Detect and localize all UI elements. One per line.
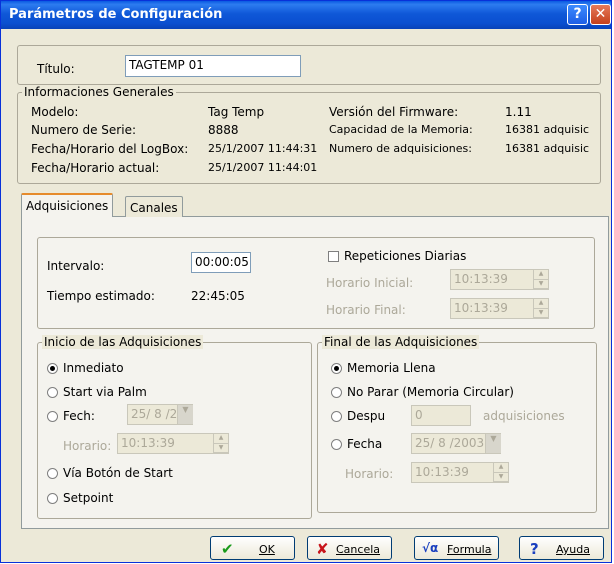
memoria-label: Capacidad de la Memoria:	[329, 123, 473, 136]
ok-button[interactable]: ✔ OK	[210, 536, 295, 560]
memoria-value: 16381 adquisic	[505, 123, 590, 136]
repeticiones-label: Repeticiones Diarias	[344, 249, 467, 263]
modelo-label: Modelo:	[31, 105, 79, 119]
window-title: Parámetros de Configuración	[9, 7, 223, 22]
radio-fecha-final[interactable]	[331, 439, 342, 450]
ayuda-button-label: Ayuda	[556, 543, 590, 556]
x-icon: ✘	[316, 540, 329, 558]
actual-value: 25/1/2007 11:44:01	[208, 161, 318, 174]
fecha-final-label: Fecha	[347, 437, 383, 451]
logbox-value: 25/1/2007 11:44:31	[208, 142, 318, 155]
radio-start-palm[interactable]	[47, 387, 58, 398]
horario-final-label: Horario Final:	[326, 303, 406, 317]
titulo-label: Título:	[37, 62, 75, 76]
inmediato-label: Inmediato	[63, 361, 124, 375]
no-parar-label: No Parar (Memoria Circular)	[347, 385, 514, 399]
tiempo-value: 22:45:05	[191, 289, 245, 303]
question-icon: ?	[530, 540, 539, 558]
horario-inicio-label: Horario:	[63, 439, 112, 453]
tab-adquisiciones-label: Adquisiciones	[26, 199, 109, 213]
setpoint-label: Setpoint	[63, 491, 114, 505]
horario-final-fin-label: Horario:	[345, 467, 394, 481]
tab-canales[interactable]: Canales	[125, 196, 183, 217]
tab-canales-label: Canales	[130, 201, 178, 215]
despues-input[interactable]: 0	[411, 405, 471, 426]
adquisiciones-label: adquisiciones	[483, 409, 565, 423]
checkmark-icon: ✔	[221, 540, 234, 558]
horario-inicial-label: Horario Inicial:	[326, 276, 414, 290]
horario-fin-spinner[interactable]: ▲ ▼	[493, 463, 508, 482]
titulo-frame	[17, 45, 601, 85]
actual-label: Fecha/Horario actual:	[31, 161, 160, 175]
cancela-button[interactable]: ✘ Cancela	[307, 536, 392, 560]
final-group-label: Final de las Adquisiciones	[322, 335, 480, 349]
sqrt-alpha-icon: √α	[422, 541, 439, 555]
config-dialog: Parámetros de Configuración ? ✕ Título: …	[0, 0, 612, 563]
serie-label: Numero de Serie:	[31, 123, 136, 137]
numadq-label: Numero de adquisiciones:	[329, 142, 472, 155]
radio-inmediato[interactable]	[47, 363, 58, 374]
fecha-final-dropdown-arrow[interactable]: ▼	[485, 434, 501, 453]
formula-button[interactable]: √α Formula	[414, 536, 499, 560]
firmware-value: 1.11	[505, 105, 532, 119]
inicio-group-label: Inicio de las Adquisiciones	[42, 335, 204, 349]
serie-value: 8888	[208, 123, 239, 137]
despues-label: Despu	[347, 409, 386, 423]
boton-start-label: Vía Botón de Start	[63, 466, 173, 480]
close-icon[interactable]: ✕	[590, 4, 611, 25]
radio-fecha-inicio[interactable]	[47, 411, 58, 422]
horario-final-spinner[interactable]: ▲ ▼	[533, 299, 548, 318]
fecha-inicio-label: Fech:	[63, 409, 95, 423]
repeticiones-checkbox[interactable]	[328, 251, 339, 262]
tab-adquisiciones[interactable]: Adquisiciones	[21, 193, 114, 217]
intervalo-label: Intervalo:	[47, 259, 105, 273]
tiempo-label: Tiempo estimado:	[47, 289, 155, 303]
fecha-inicio-dropdown-arrow[interactable]: ▼	[177, 405, 193, 424]
cancela-button-label: Cancela	[336, 543, 381, 556]
memoria-llena-label: Memoria Llena	[347, 361, 436, 375]
horario-inicial-spinner[interactable]: ▲ ▼	[533, 270, 548, 289]
intervalo-input[interactable]: 00:00:05	[191, 252, 251, 273]
firmware-label: Versión del Firmware:	[329, 105, 459, 119]
formula-button-label: Formula	[447, 543, 492, 556]
radio-setpoint[interactable]	[47, 493, 58, 504]
logbox-label: Fecha/Horario del LogBox:	[31, 142, 189, 156]
modelo-value: Tag Temp	[208, 105, 265, 119]
ayuda-button[interactable]: ? Ayuda	[519, 536, 604, 560]
title-bar[interactable]: Parámetros de Configuración ? ✕	[1, 1, 611, 29]
titulo-input[interactable]: TAGTEMP 01	[125, 55, 301, 77]
info-group-label: Informaciones Generales	[22, 85, 176, 99]
numadq-value: 16381 adquisic	[505, 142, 590, 155]
radio-despues[interactable]	[331, 411, 342, 422]
radio-boton-start[interactable]	[47, 468, 58, 479]
start-palm-label: Start via Palm	[63, 385, 147, 399]
help-icon[interactable]: ?	[567, 4, 588, 25]
radio-no-parar[interactable]	[331, 387, 342, 398]
ok-button-label: OK	[259, 543, 275, 556]
radio-memoria-llena[interactable]	[331, 363, 342, 374]
horario-inicio-spinner[interactable]: ▲ ▼	[213, 434, 228, 453]
